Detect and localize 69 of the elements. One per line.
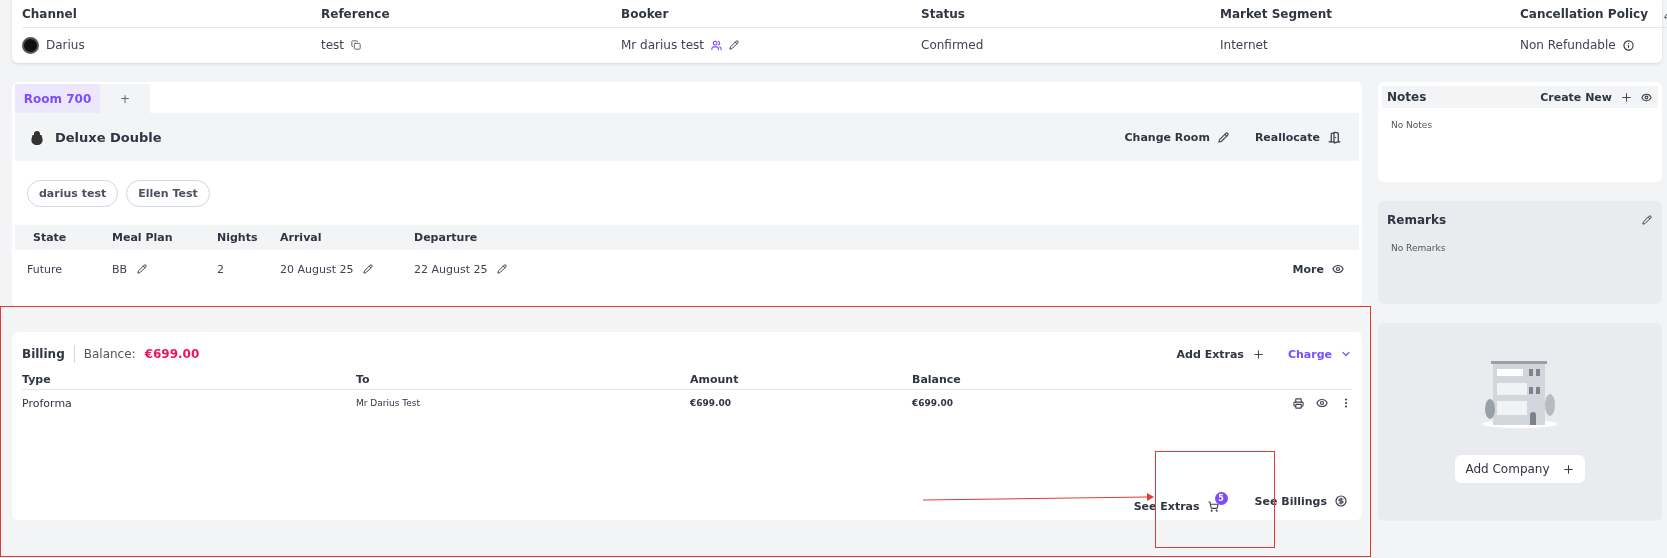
empty-message: No Remarks — [1390, 242, 1447, 255]
column-header: Reference — [321, 6, 390, 21]
door-icon — [1328, 130, 1341, 144]
column-header: Departure — [414, 231, 478, 244]
create-new-button[interactable]: Create New — [1540, 90, 1633, 104]
empty-message: No Notes — [1390, 119, 1434, 132]
cart-icon — [1207, 500, 1219, 512]
remarks-title: Remarks — [1387, 213, 1447, 227]
lock-icon — [31, 129, 43, 145]
table-cell: Mr Darius Test — [356, 398, 420, 408]
plus-icon — [1251, 347, 1265, 361]
column-header: Type — [22, 373, 51, 386]
users-icon[interactable] — [711, 39, 723, 51]
notes-title: Notes — [1387, 90, 1427, 104]
column-header: Nights — [217, 231, 258, 244]
column-header: State — [32, 231, 67, 244]
column-header: Arrival — [280, 231, 322, 244]
column-header: Cancellation Policy — [1520, 6, 1649, 21]
charge-button[interactable]: Charge — [1287, 347, 1352, 361]
balance-label: Balance: — [83, 347, 136, 361]
print-icon[interactable] — [1293, 397, 1304, 409]
pencil-icon[interactable] — [497, 264, 508, 274]
field-value: Darius — [46, 38, 85, 52]
table-cell: 20 August 25 — [280, 262, 354, 276]
table-cell: Future — [27, 262, 63, 276]
table-cell: 2 — [217, 262, 224, 276]
pencil-icon[interactable] — [1642, 215, 1652, 225]
billing-title: Billing — [22, 347, 65, 361]
pencil-icon — [1217, 131, 1229, 143]
table-cell: €699.00 — [912, 398, 953, 408]
column-header: Amount — [690, 373, 739, 386]
pencil-icon[interactable] — [729, 40, 740, 50]
eye-icon[interactable] — [1316, 397, 1328, 409]
count-badge: 5 — [1214, 491, 1228, 505]
room-tab[interactable]: Room 700 — [15, 84, 100, 113]
coin-icon — [1335, 495, 1347, 507]
field-value: Confirmed — [921, 38, 984, 52]
copy-icon[interactable] — [351, 40, 362, 50]
plus-icon — [1561, 462, 1575, 476]
add-extras-button[interactable]: Add Extras — [1176, 347, 1265, 361]
room-tab[interactable]: + — [100, 84, 150, 113]
room-action[interactable]: Reallocate — [1254, 130, 1341, 144]
info-icon[interactable] — [1622, 39, 1634, 51]
table-cell: BB — [112, 262, 128, 276]
field-value: Non Refundable — [1520, 38, 1616, 52]
field-value: test — [321, 38, 345, 52]
eye-icon — [1332, 263, 1344, 275]
pencil-icon[interactable] — [363, 264, 374, 274]
field-value: Mr darius test — [621, 38, 705, 52]
more-button[interactable]: More — [1292, 262, 1344, 276]
table-cell: €699.00 — [690, 398, 731, 408]
eye-icon[interactable] — [1641, 91, 1652, 103]
field-value: Internet — [1220, 38, 1268, 52]
column-header: Meal Plan — [112, 231, 173, 244]
column-header: Market Segment — [1220, 6, 1332, 21]
avatar — [22, 36, 39, 54]
room-type: Deluxe Double — [55, 129, 162, 145]
column-header: To — [356, 373, 370, 386]
column-header: Channel — [22, 6, 77, 21]
table-cell: Proforma — [22, 396, 72, 410]
add-company-button[interactable]: Add Company — [1455, 455, 1585, 483]
column-header: Balance — [912, 373, 961, 386]
column-header: Status — [921, 6, 965, 21]
balance-amount: €699.00 — [144, 347, 200, 361]
room-action[interactable]: Change Room — [1124, 130, 1229, 144]
table-cell: 22 August 25 — [414, 262, 488, 276]
column-header: Booker — [621, 6, 669, 21]
plus-icon — [1620, 90, 1633, 104]
pencil-icon[interactable] — [137, 264, 148, 274]
